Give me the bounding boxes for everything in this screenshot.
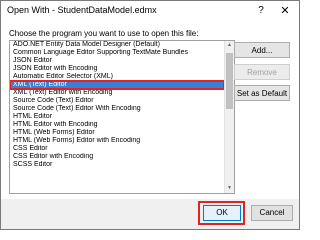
program-list-items: ADO.NET Entity Data Model Designer (Defa… [10, 41, 225, 169]
list-item[interactable]: CSS Editor [10, 145, 224, 153]
list-scrollbar[interactable]: ▲ ▼ [224, 41, 234, 193]
list-item[interactable]: HTML (Web Forms) Editor with Encoding [10, 137, 224, 145]
list-item[interactable]: HTML (Web Forms) Editor [10, 129, 224, 137]
list-item[interactable]: HTML Editor with Encoding [10, 121, 224, 129]
add-button[interactable]: Add... [234, 42, 290, 58]
close-button[interactable]: ✕ [273, 1, 297, 21]
scroll-thumb[interactable] [226, 53, 233, 109]
prompt-label: Choose the program you want to use to op… [9, 29, 199, 38]
open-with-dialog: Open With - StudentDataModel.edmx ? ✕ Ch… [0, 0, 300, 230]
list-item[interactable]: Source Code (Text) Editor With Encoding [10, 105, 224, 113]
remove-button[interactable]: Remove [234, 64, 290, 80]
list-item[interactable]: JSON Editor [10, 57, 224, 65]
list-item-selected[interactable]: XML (Text) Editor [10, 80, 225, 90]
list-item[interactable]: HTML Editor [10, 113, 224, 121]
list-item[interactable]: ADO.NET Entity Data Model Designer (Defa… [10, 41, 224, 49]
program-list[interactable]: ADO.NET Entity Data Model Designer (Defa… [9, 40, 235, 194]
list-item[interactable]: XML (Text) Editor with Encoding [10, 89, 224, 97]
title-bar: Open With - StudentDataModel.edmx ? ✕ [1, 1, 299, 23]
list-item[interactable]: Source Code (Text) Editor [10, 97, 224, 105]
scroll-down-icon[interactable]: ▼ [225, 184, 234, 193]
list-item[interactable]: SCSS Editor [10, 161, 224, 169]
scroll-up-icon[interactable]: ▲ [225, 41, 234, 50]
dialog-title: Open With - StudentDataModel.edmx [7, 5, 157, 15]
help-button[interactable]: ? [249, 1, 273, 21]
ok-button[interactable]: OK [203, 205, 241, 221]
list-item[interactable]: Common Language Editor Supporting TextMa… [10, 49, 224, 57]
set-as-default-button[interactable]: Set as Default [234, 85, 290, 101]
list-item[interactable]: CSS Editor with Encoding [10, 153, 224, 161]
list-item[interactable]: JSON Editor with Encoding [10, 65, 224, 73]
cancel-button[interactable]: Cancel [251, 205, 293, 221]
list-item[interactable]: Automatic Editor Selector (XML) [10, 73, 224, 81]
